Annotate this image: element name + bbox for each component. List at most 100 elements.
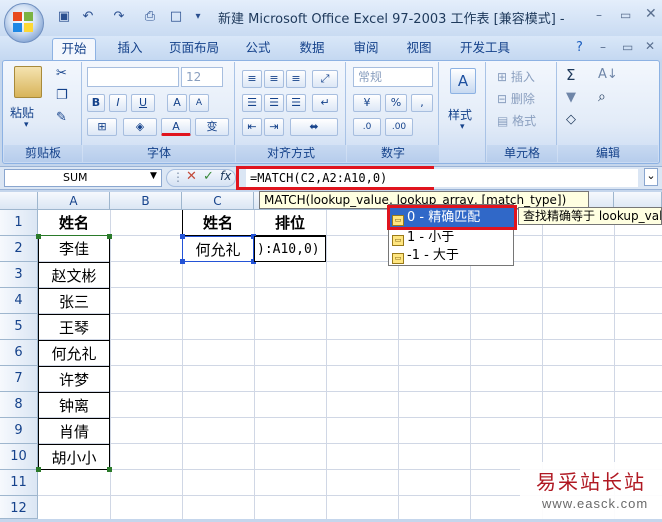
cell-a3[interactable]: 赵文彬	[38, 262, 110, 288]
ribbon-close-icon[interactable]: ✕	[645, 39, 655, 53]
cut-icon[interactable]: ✂	[56, 66, 67, 81]
italic-button[interactable]: I	[109, 94, 127, 112]
align-bottom-button[interactable]: ≡	[286, 70, 306, 88]
customize-toolbar-icon[interactable]: ▾	[190, 9, 206, 25]
save-icon[interactable]: ▣	[56, 9, 72, 25]
row-header[interactable]: 4	[0, 288, 38, 314]
sort-filter-icon[interactable]: A↓	[598, 67, 618, 82]
row-header[interactable]: 9	[0, 418, 38, 444]
undo-icon[interactable]: ↶	[80, 9, 96, 25]
new-file-icon[interactable]: □	[168, 9, 184, 25]
wrap-text-button[interactable]: ↵	[312, 94, 338, 112]
align-top-button[interactable]: ≡	[242, 70, 262, 88]
border-button[interactable]: ⊞	[87, 118, 117, 136]
fill-color-button[interactable]: ◈	[123, 118, 157, 136]
dropdown-item[interactable]: ▭ 0 - 精确匹配	[392, 208, 480, 227]
cell-d1[interactable]: 排位	[254, 210, 326, 236]
minimize-icon[interactable]: –	[596, 8, 602, 22]
close-icon[interactable]: ✕	[645, 6, 657, 22]
column-header[interactable]: A	[38, 192, 110, 210]
increase-indent-button[interactable]: ⇥	[264, 118, 284, 136]
format-painter-icon[interactable]: ✎	[56, 110, 67, 125]
underline-button[interactable]: U	[131, 94, 155, 112]
column-header[interactable]: B	[110, 192, 182, 210]
cell-a2[interactable]: 李佳	[38, 236, 110, 262]
align-center-button[interactable]: ☰	[264, 94, 284, 112]
restore-icon[interactable]: ▭	[620, 8, 631, 22]
name-box-dropdown-icon[interactable]: ▼	[150, 171, 157, 181]
align-left-button[interactable]: ☰	[242, 94, 262, 112]
tab-data[interactable]: 数据	[292, 38, 332, 60]
cancel-icon[interactable]: ✕	[186, 169, 197, 184]
redo-icon[interactable]: ↷	[111, 9, 127, 25]
copy-icon[interactable]: ❐	[56, 88, 68, 103]
row-header[interactable]: 7	[0, 366, 38, 392]
cells-format-button[interactable]: ▤ 格式	[497, 112, 536, 129]
tab-view[interactable]: 视图	[399, 38, 439, 60]
paste-dropdown-icon[interactable]: ▾	[24, 120, 29, 130]
shrink-font-button[interactable]: A	[189, 94, 209, 112]
row-header[interactable]: 6	[0, 340, 38, 366]
paste-icon[interactable]	[14, 66, 42, 98]
fill-icon[interactable]: ▼	[566, 90, 576, 105]
dropdown-item[interactable]: ▭ 1 - 小于	[392, 228, 454, 247]
cell-d2-editing[interactable]: ):A10,0)	[254, 236, 326, 262]
tab-page-layout[interactable]: 页面布局	[163, 38, 225, 60]
cell-a10[interactable]: 胡小小	[38, 444, 110, 470]
decrease-decimal-button[interactable]: .00	[385, 118, 413, 136]
row-header[interactable]: 5	[0, 314, 38, 340]
row-header[interactable]: 12	[0, 496, 38, 519]
cell-c2[interactable]: 何允礼	[182, 236, 254, 262]
font-color-button[interactable]: A	[161, 118, 191, 136]
cell-a6[interactable]: 何允礼	[38, 340, 110, 366]
insert-function-button[interactable]: fx	[220, 169, 231, 183]
cell-a1[interactable]: 姓名	[38, 210, 110, 236]
select-all-corner[interactable]	[0, 192, 38, 210]
row-header[interactable]: 2	[0, 236, 38, 262]
print-preview-icon[interactable]: ⎙	[142, 9, 158, 25]
tab-home[interactable]: 开始	[52, 38, 96, 60]
grow-font-button[interactable]: A	[167, 94, 187, 112]
column-header[interactable]: C	[182, 192, 254, 210]
cells-insert-button[interactable]: ⊞ 插入	[497, 68, 535, 85]
tab-formulas[interactable]: 公式	[240, 38, 276, 60]
clear-icon[interactable]: ◇	[566, 112, 576, 127]
cell-a7[interactable]: 许梦	[38, 366, 110, 392]
cell-a8[interactable]: 钟离	[38, 392, 110, 418]
cell-a5[interactable]: 王琴	[38, 314, 110, 340]
cells-delete-button[interactable]: ⊟ 删除	[497, 90, 535, 107]
row-header[interactable]: 10	[0, 444, 38, 470]
orientation-button[interactable]: ⤢	[312, 70, 338, 88]
styles-dropdown-icon[interactable]: ▾	[460, 122, 465, 132]
tab-review[interactable]: 审阅	[346, 38, 386, 60]
currency-button[interactable]: ¥	[353, 94, 381, 112]
percent-button[interactable]: %	[385, 94, 407, 112]
cell-c1[interactable]: 姓名	[182, 210, 254, 236]
row-header[interactable]: 8	[0, 392, 38, 418]
row-header[interactable]: 3	[0, 262, 38, 288]
help-icon[interactable]: ?	[576, 40, 583, 55]
ribbon-minimize-icon[interactable]: –	[600, 40, 606, 54]
tab-developer[interactable]: 开发工具	[454, 38, 516, 60]
increase-decimal-button[interactable]: .0	[353, 118, 381, 136]
dropdown-item[interactable]: ▭ -1 - 大于	[392, 246, 459, 265]
ribbon-restore-icon[interactable]: ▭	[622, 40, 633, 54]
expand-formula-bar-icon[interactable]: ⌄	[644, 168, 658, 186]
styles-icon[interactable]: A	[450, 68, 476, 94]
font-size-input[interactable]: 12	[181, 67, 223, 87]
merge-center-button[interactable]: ⬌	[290, 118, 338, 136]
find-select-icon[interactable]: ⌕	[598, 89, 606, 105]
row-header[interactable]: 1	[0, 210, 38, 236]
number-format-select[interactable]: 常规	[353, 67, 433, 87]
paste-button[interactable]: 粘贴	[10, 104, 34, 121]
bold-button[interactable]: B	[87, 94, 105, 112]
phonetic-button[interactable]: 变	[195, 118, 229, 136]
comma-button[interactable]: ,	[411, 94, 433, 112]
decrease-indent-button[interactable]: ⇤	[242, 118, 262, 136]
name-box[interactable]: SUM	[4, 169, 162, 187]
font-name-input[interactable]	[87, 67, 179, 87]
enter-icon[interactable]: ✓	[203, 169, 214, 184]
autosum-button[interactable]: Σ	[566, 66, 575, 84]
formula-input[interactable]: =MATCH(C2,A2:A10,0)	[246, 169, 638, 187]
align-middle-button[interactable]: ≡	[264, 70, 284, 88]
